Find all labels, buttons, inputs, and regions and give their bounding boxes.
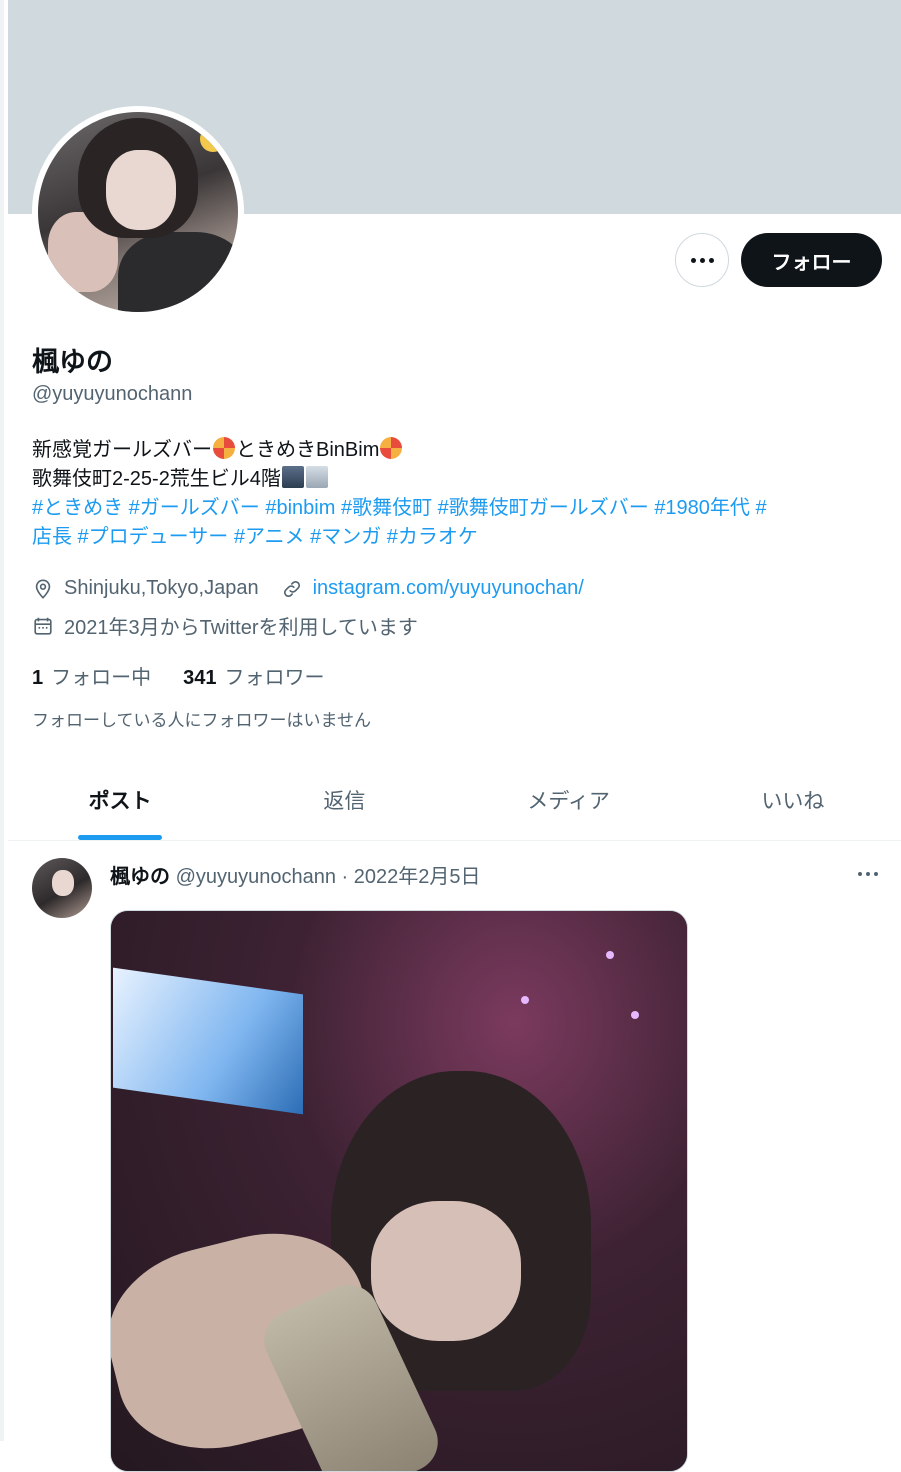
tweet-header: 楓ゆの @yuyuyunochann · 2022年2月5日 — [110, 860, 481, 889]
profile-joined-row: 2021年3月からTwitterを利用しています — [32, 611, 418, 640]
avatar-photo — [38, 112, 238, 312]
more-dots-icon — [858, 872, 878, 876]
profile-joined-date: 2021年3月からTwitterを利用しています — [64, 617, 418, 639]
more-options-button[interactable] — [675, 233, 729, 287]
active-tab-indicator — [78, 835, 163, 840]
tab-posts[interactable]: ポスト — [8, 760, 232, 840]
profile-name: 楓ゆの — [32, 347, 113, 377]
profile-page: フォロー 楓ゆの @yuyuyunochann 新感覚ガールズバー ときめきBin… — [0, 0, 901, 1472]
bio-hashtags[interactable]: #ときめき #ガールズバー #binbim #歌舞伎町 #歌舞伎町ガールズバー … — [32, 494, 882, 523]
tab-label: いいね — [761, 790, 825, 813]
profile-website-link[interactable]: instagram.com/yuyuyunochan/ — [313, 577, 584, 600]
tweet-author-handle[interactable]: @yuyuyunochann — [176, 866, 336, 888]
bio-address: 歌舞伎町2-25-2荒生ビル4階 — [32, 468, 281, 490]
tab-replies[interactable]: 返信 — [232, 760, 456, 840]
calendar-icon — [34, 617, 52, 635]
office-building-icon — [305, 466, 328, 488]
tweet-media-image[interactable] — [110, 910, 688, 1472]
tab-media[interactable]: メディア — [457, 760, 681, 840]
bio-text: 新感覚ガールズバー — [32, 439, 212, 461]
profile-location: Shinjuku,Tokyo,Japan — [64, 577, 259, 599]
profile-stats: 1 フォロー中 341 フォロワー — [32, 661, 325, 690]
profile-avatar[interactable] — [32, 106, 244, 318]
mutual-followers-note: フォローしている人にフォロワーはいません — [32, 711, 371, 730]
tab-likes[interactable]: いいね — [681, 760, 901, 840]
link-icon — [283, 580, 300, 597]
bio-hashtags[interactable]: 店長 #プロデューサー #アニメ #マンガ #カラオケ — [32, 523, 882, 552]
profile-tabs: ポスト 返信 メディア いいね — [8, 760, 901, 841]
tweet-author-name[interactable]: 楓ゆの — [110, 866, 170, 888]
following-label: フォロー中 — [51, 667, 152, 689]
tweet-separator: · — [341, 866, 349, 888]
followers-count: 341 — [183, 667, 217, 689]
bio-text: ときめきBinBim — [236, 439, 380, 461]
tweet-date[interactable]: 2022年2月5日 — [354, 866, 481, 888]
cityscape-icon — [281, 466, 304, 488]
location-pin-icon — [35, 578, 51, 599]
profile-meta-row: Shinjuku,Tokyo,Japan instagram.com/yuyuy… — [32, 577, 584, 600]
followers-label: フォロワー — [224, 667, 325, 689]
lollipop-icon — [380, 437, 403, 459]
tab-label: メディア — [527, 790, 610, 813]
lollipop-icon — [213, 437, 235, 459]
tweet-author-avatar[interactable] — [32, 858, 92, 918]
following-link[interactable]: 1 フォロー中 — [32, 661, 151, 690]
follow-button[interactable]: フォロー — [741, 233, 882, 287]
tweet-more-button[interactable] — [854, 864, 882, 884]
tab-label: ポスト — [88, 790, 152, 813]
followers-link[interactable]: 341 フォロワー — [183, 661, 324, 690]
more-dots-icon — [690, 257, 714, 263]
profile-handle: @yuyuyunochann — [32, 383, 193, 405]
following-count: 1 — [32, 667, 44, 689]
profile-bio: 新感覚ガールズバー ときめきBinBim 歌舞伎町2-25-2荒生ビル4階 #とき… — [32, 436, 882, 552]
tab-label: 返信 — [323, 790, 366, 813]
